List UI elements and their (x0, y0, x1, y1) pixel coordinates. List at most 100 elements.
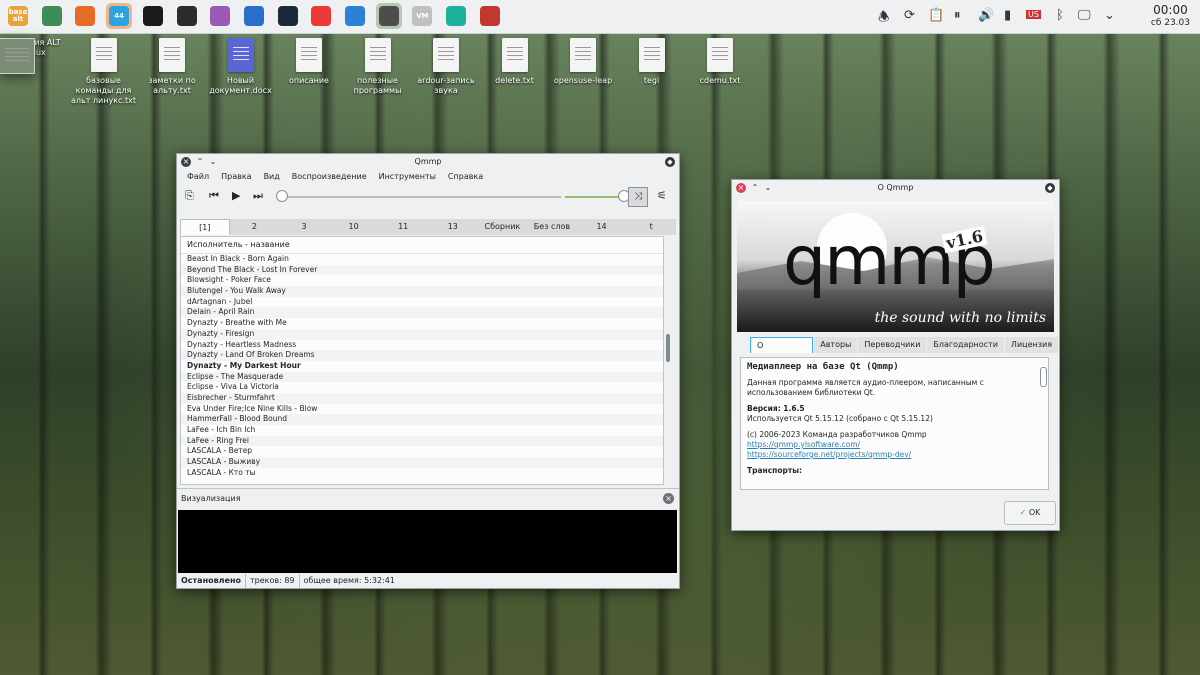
open-file-icon[interactable]: ⎘ (185, 189, 194, 203)
update-icon[interactable]: ⟳ (904, 8, 915, 23)
track-row[interactable]: HammerFall - Blood Bound (181, 414, 663, 425)
desktop-item[interactable]: cdemu.txt (684, 38, 756, 86)
network-icon[interactable]: 🖵 (1078, 8, 1091, 23)
track-row[interactable]: Blutengel - You Walk Away (181, 286, 663, 297)
about-scrollbar[interactable] (1040, 367, 1047, 387)
chevron-up-icon[interactable]: ⌄ (1104, 8, 1115, 23)
track-row[interactable]: Blowsight - Poker Face (181, 275, 663, 286)
about-tab[interactable]: Лицензия (1004, 337, 1058, 353)
playlist-tab[interactable]: 3 (279, 219, 329, 235)
colorwheel-icon[interactable] (207, 3, 233, 29)
firefox-icon[interactable] (72, 3, 98, 29)
about-tab[interactable]: Авторы (814, 337, 858, 353)
track-row[interactable]: LASCALA - Кто ты (181, 468, 663, 479)
maximize-icon[interactable]: ⌄ (763, 183, 773, 193)
notifications-icon[interactable]: 🕭 (878, 8, 890, 30)
playlist-tab[interactable]: 2 (230, 219, 280, 235)
keyboard-layout[interactable]: US (1026, 10, 1041, 19)
track-row[interactable]: Dynazty - Firesign (181, 328, 663, 340)
track-row[interactable]: LaFee - Ich Bin Ich (181, 425, 663, 436)
qmmp-icon[interactable] (375, 3, 402, 29)
clock[interactable]: 00:00 сб 23.03 (1151, 3, 1190, 29)
desktop-item[interactable]: заметки по альту.txt (136, 38, 208, 96)
track-row[interactable]: Beast In Black - Born Again (181, 254, 663, 265)
steam-icon[interactable] (275, 3, 301, 29)
next-icon[interactable]: ⏭ (253, 189, 263, 203)
seek-slider[interactable] (281, 196, 561, 198)
about-tab[interactable]: Переводчики (858, 337, 927, 353)
track-row[interactable]: Dynazty - Land Of Broken Dreams (181, 350, 663, 361)
desktop-item[interactable]: opensuse-leap (547, 38, 619, 86)
track-row[interactable]: dArtagnan - Jubel (181, 297, 663, 308)
track-row[interactable]: LASCALA - Ветер (181, 446, 663, 457)
track-row[interactable]: Beyond The Black - Lost In Forever (181, 264, 663, 276)
radio-icon[interactable] (477, 3, 503, 29)
chat-icon[interactable] (443, 3, 469, 29)
sourceforge-link[interactable]: https://sourceforge.net/projects/qmmp-de… (747, 450, 1042, 460)
bluetooth-icon[interactable]: ᛒ (1056, 8, 1064, 23)
davinci-icon[interactable] (241, 3, 267, 29)
desktop-item[interactable]: Новый документ.docx (205, 38, 277, 96)
qmmp-titlebar[interactable]: × ⌃ ⌄ Qmmp ◆ (177, 154, 679, 170)
track-row[interactable]: Eclipse - Viva La Victoria (181, 382, 663, 393)
desktop-item[interactable]: tegi (616, 38, 688, 86)
equalizer-icon[interactable]: ⚟ (657, 189, 667, 203)
close-visualization-icon[interactable]: × (663, 493, 674, 504)
obs-icon[interactable] (174, 3, 200, 29)
homepage-link[interactable]: https://qmmp.ylsoftware.com/ (747, 440, 1042, 450)
track-row[interactable]: Eisbrecher - Sturmfahrt (181, 392, 663, 404)
media-pause-icon[interactable]: ⏸ (954, 8, 961, 23)
playlist-tab[interactable]: Сборник (478, 219, 528, 235)
scrollbar-thumb[interactable] (666, 334, 670, 362)
close-icon[interactable]: × (736, 183, 746, 193)
playlist-tab[interactable]: 10 (329, 219, 379, 235)
track-row[interactable]: Dynazty - Breathe with Me (181, 318, 663, 329)
menu-item[interactable]: Справка (442, 170, 489, 184)
menu-item[interactable]: Вид (258, 170, 286, 184)
volume-slider[interactable] (565, 196, 623, 198)
vivaldi-icon[interactable] (308, 3, 334, 29)
menu-item[interactable]: Файл (181, 170, 215, 184)
telegram-icon[interactable]: 44 (106, 3, 133, 29)
about-tab[interactable]: О программе (750, 337, 814, 366)
minimize-icon[interactable]: ⌃ (195, 157, 205, 167)
track-row[interactable]: Dynazty - My Darkest Hour (181, 361, 663, 372)
track-row[interactable]: Dynazty - Heartless Madness (181, 340, 663, 351)
pin-icon[interactable]: ◆ (1045, 183, 1055, 193)
playlist-tab[interactable]: t (626, 219, 676, 235)
playlist-tab[interactable]: 14 (577, 219, 627, 235)
desktop-item[interactable]: ardour-запись звука (410, 38, 482, 96)
desktop-item[interactable]: полезные программы (342, 38, 414, 96)
menu-item[interactable]: Инструменты (373, 170, 442, 184)
seek-handle[interactable] (276, 190, 288, 202)
menu-item[interactable]: Правка (215, 170, 257, 184)
desktop-item[interactable]: delete.txt (479, 38, 551, 86)
track-row[interactable]: LASCALA - Выживу (181, 457, 663, 468)
playlist-scrollbar[interactable] (664, 252, 672, 483)
playlist[interactable]: Исполнитель - название Beast In Black - … (180, 236, 664, 485)
playlist-tab[interactable]: Без слов (527, 219, 577, 235)
vm-icon[interactable]: VM (409, 3, 435, 29)
track-row[interactable]: LaFee - Ring Frei (181, 435, 663, 447)
about-tab[interactable]: Благодарности (927, 337, 1004, 353)
menu-item[interactable]: Воспроизведение (286, 170, 373, 184)
previous-icon[interactable]: ⏮ (209, 189, 219, 203)
maximize-icon[interactable]: ⌄ (208, 157, 218, 167)
minimize-icon[interactable]: ⌃ (750, 183, 760, 193)
about-titlebar[interactable]: × ⌃ ⌄ О Qmmp ◆ (732, 180, 1059, 196)
play-icon[interactable]: ▶ (232, 189, 240, 203)
file-manager-icon[interactable] (39, 3, 65, 29)
desktop-item[interactable]: базовые команды для альт линукс.txt (68, 38, 140, 106)
desktop-item[interactable]: История ALT Linux (0, 38, 71, 74)
alt-base-icon[interactable]: base alt (5, 3, 31, 29)
column-header[interactable]: Исполнитель - название (181, 237, 663, 254)
close-icon[interactable]: × (181, 157, 191, 167)
desktop-item[interactable]: описание (273, 38, 345, 86)
ok-button[interactable]: ✓ OK (1004, 501, 1056, 525)
removable-device-icon[interactable]: ▮ (1004, 8, 1011, 23)
playlist-tab[interactable]: 11 (378, 219, 428, 235)
volume-icon[interactable]: 🔊 (978, 8, 994, 23)
qbittorrent-icon[interactable] (342, 3, 368, 29)
clipboard-icon[interactable]: 📋 (928, 8, 944, 23)
clover-icon[interactable] (140, 3, 166, 29)
